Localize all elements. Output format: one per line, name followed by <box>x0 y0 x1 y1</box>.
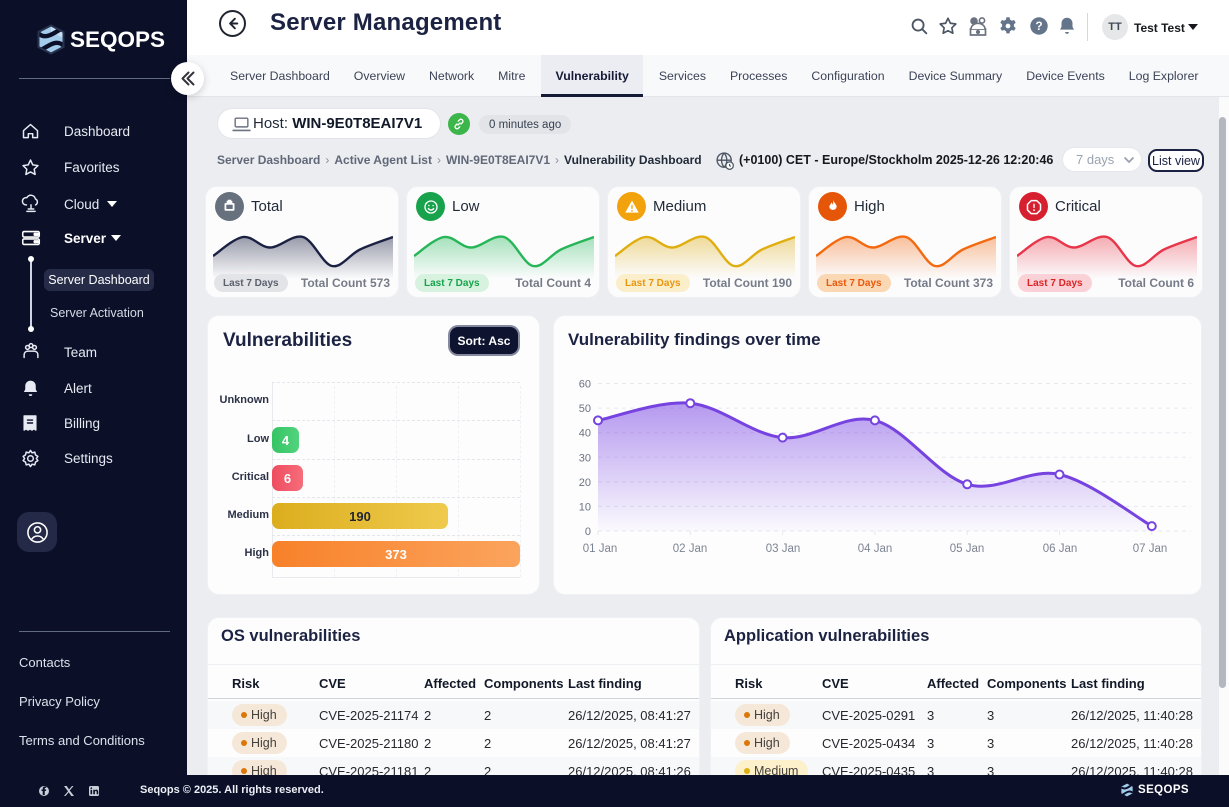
svg-text:05 Jan: 05 Jan <box>950 543 985 555</box>
svg-text:20: 20 <box>579 477 591 489</box>
svg-text:?: ? <box>1035 19 1042 33</box>
svg-text:50: 50 <box>579 403 591 415</box>
svg-text:04 Jan: 04 Jan <box>858 543 893 555</box>
svg-text:03 Jan: 03 Jan <box>766 543 801 555</box>
svg-text:60: 60 <box>579 379 591 391</box>
svg-text:01 Jan: 01 Jan <box>583 543 618 555</box>
svg-text:02 Jan: 02 Jan <box>673 543 708 555</box>
svg-text:07 Jan: 07 Jan <box>1133 543 1168 555</box>
svg-text:0: 0 <box>585 526 591 538</box>
svg-text:10: 10 <box>579 501 591 513</box>
svg-text:40: 40 <box>579 428 591 440</box>
svg-text:06 Jan: 06 Jan <box>1043 543 1078 555</box>
svg-text:30: 30 <box>579 452 591 464</box>
